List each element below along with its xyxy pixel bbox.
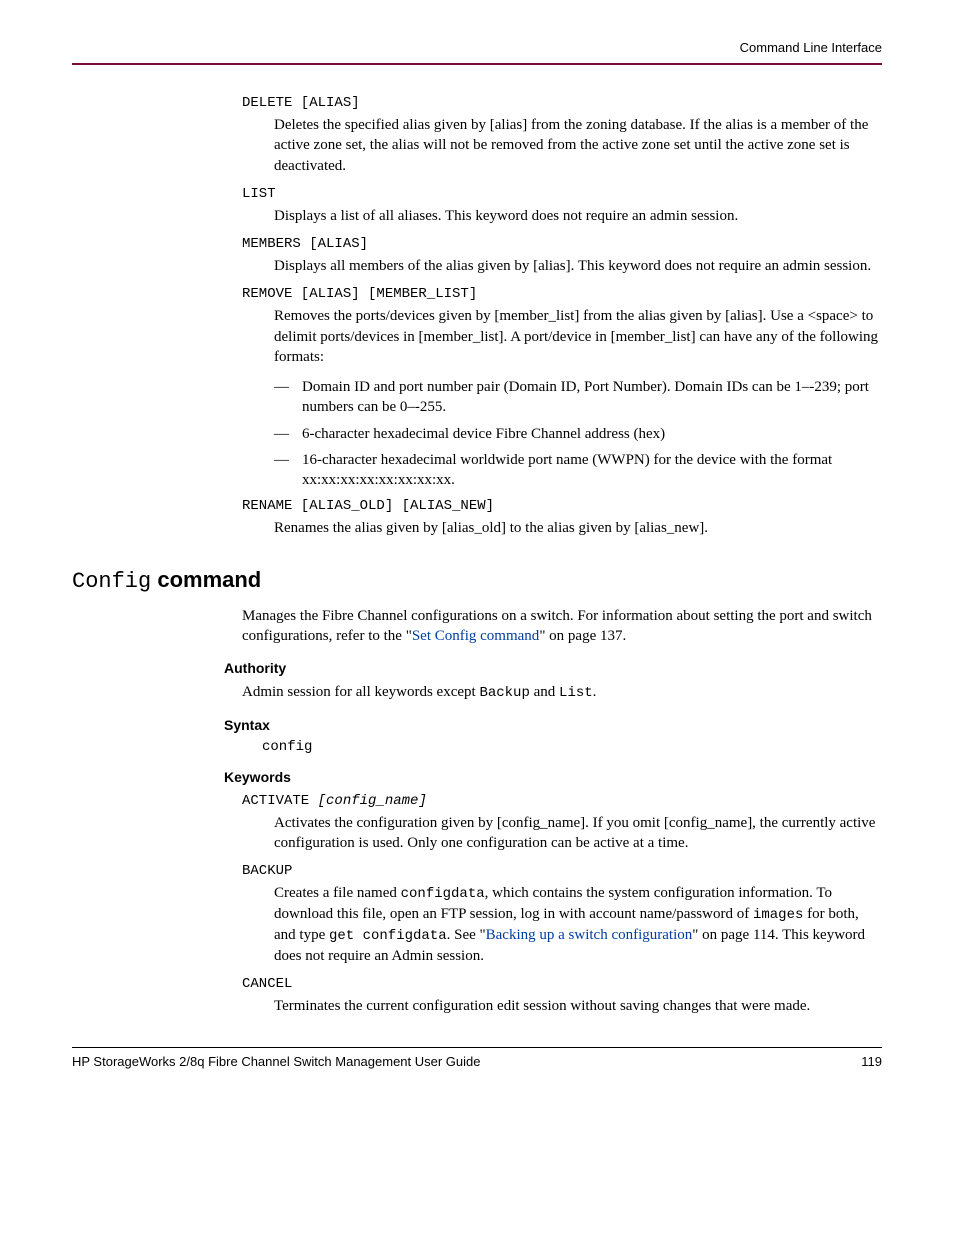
keyword-list-term: LIST — [242, 186, 882, 202]
keyword-remove-desc: Removes the ports/devices given by [memb… — [274, 306, 882, 367]
remove-bullet-2: —16-character hexadecimal worldwide port… — [274, 450, 882, 491]
keywords-heading: Keywords — [224, 769, 882, 785]
keyword-members-desc: Displays all members of the alias given … — [274, 256, 882, 276]
keyword-list-desc: Displays a list of all aliases. This key… — [274, 206, 882, 226]
heading-bold-part: command — [151, 567, 261, 592]
keyword-delete-desc: Deletes the specified alias given by [al… — [274, 115, 882, 176]
keyword-rename-desc: Renames the alias given by [alias_old] t… — [274, 518, 882, 538]
keyword-delete-term: DELETE [ALIAS] — [242, 95, 882, 111]
header-rule — [72, 63, 882, 65]
backup-link[interactable]: Backing up a switch configuration — [486, 927, 693, 943]
syntax-heading: Syntax — [224, 717, 882, 733]
page-header: Command Line Interface — [72, 40, 882, 55]
keyword-backup-term: BACKUP — [242, 863, 882, 879]
remove-bullet-1: —6-character hexadecimal device Fibre Ch… — [274, 424, 882, 444]
keyword-remove-term: REMOVE [ALIAS] [MEMBER_LIST] — [242, 286, 882, 302]
heading-mono-part: Config — [72, 569, 151, 594]
keyword-activate-desc: Activates the configuration given by [co… — [274, 813, 882, 854]
footer-rule — [72, 1047, 882, 1048]
authority-heading: Authority — [224, 660, 882, 676]
page-number: 119 — [861, 1054, 882, 1069]
keyword-activate-term: ACTIVATE [config_name] — [242, 793, 882, 809]
keyword-rename-term: RENAME [ALIAS_OLD] [ALIAS_NEW] — [242, 498, 882, 514]
keyword-cancel-term: CANCEL — [242, 976, 882, 992]
set-config-link[interactable]: Set Config command — [412, 628, 540, 644]
authority-text: Admin session for all keywords except Ba… — [242, 682, 882, 703]
config-intro: Manages the Fibre Channel configurations… — [242, 606, 882, 647]
config-command-heading: Config command — [72, 567, 882, 594]
keyword-backup-desc: Creates a file named configdata, which c… — [274, 883, 882, 966]
keyword-cancel-desc: Terminates the current configuration edi… — [274, 996, 882, 1016]
remove-bullet-0: —Domain ID and port number pair (Domain … — [274, 377, 882, 418]
keyword-members-term: MEMBERS [ALIAS] — [242, 236, 882, 252]
syntax-value: config — [262, 739, 882, 755]
footer-title: HP StorageWorks 2/8q Fibre Channel Switc… — [72, 1054, 481, 1069]
